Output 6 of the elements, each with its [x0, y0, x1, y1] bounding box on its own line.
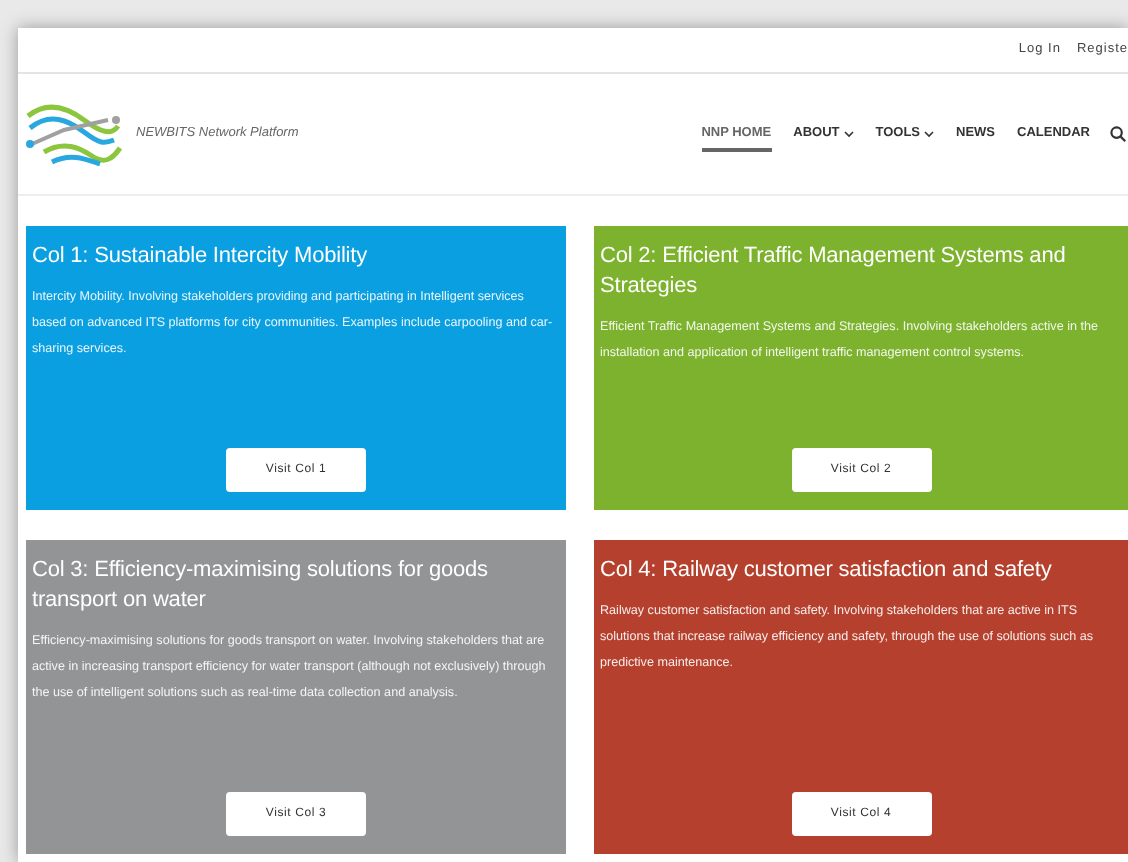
- search-icon[interactable]: [1110, 126, 1126, 142]
- card-title: Col 4: Railway customer satisfaction and safety: [600, 556, 1054, 586]
- card-title: Col 2: Efficient Traffic Management Systems and Strategies: [600, 242, 1068, 302]
- logo-icon: [24, 100, 124, 168]
- card-title: Col 3: Efficiency-maximising solutions for goods transport on water: [32, 556, 490, 616]
- card-title: Col 1: Sustainable Intercity Mobility: [32, 242, 369, 272]
